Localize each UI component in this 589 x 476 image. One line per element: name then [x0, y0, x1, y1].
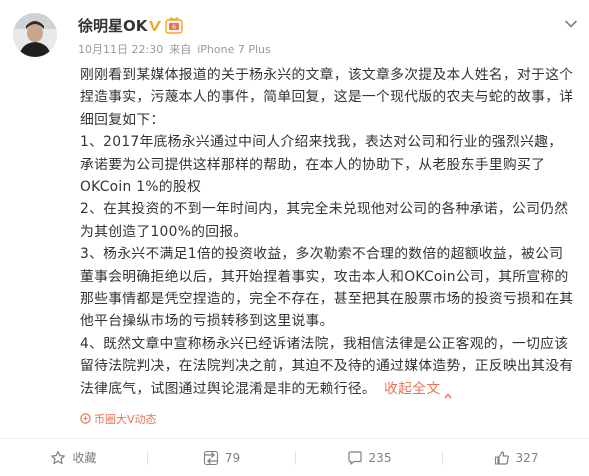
comment-icon: [347, 450, 362, 465]
paragraph-1: 1、2017年底杨永兴通过中间人介绍来找我，表达对公司和行业的强烈兴趣，承诺要为…: [80, 134, 563, 196]
post-device: iPhone 7 Plus: [197, 43, 271, 56]
comment-count: 235: [368, 450, 392, 465]
paragraph-4-text: 4、既然文章中宣称杨永兴已经诉诸法院，我相信法律是公正客观的，一切应该留待法院判…: [80, 335, 574, 397]
chevron-down-icon[interactable]: [564, 14, 578, 28]
member-badge-icon[interactable]: 6: [165, 17, 183, 34]
source-tag[interactable]: 币圈大V动态: [80, 413, 157, 427]
collapse-link[interactable]: 收起全文: [384, 380, 452, 399]
like-count: 327: [515, 450, 539, 465]
repost-icon: [203, 450, 218, 465]
like-button[interactable]: 327: [443, 439, 589, 476]
paragraph-4: 4、既然文章中宣称杨永兴已经诉诸法院，我相信法律是公正客观的，一切应该留待法院判…: [80, 333, 576, 400]
source-prefix: 来自: [169, 43, 192, 56]
paragraph-2: 2、在其投资的不到一年时间内，其完全未兑现他对公司的各种承诺，公司仍然为其创造了…: [80, 201, 569, 240]
source-tag-label: 币圈大V动态: [94, 413, 157, 426]
author-name[interactable]: 徐明星OK: [78, 17, 147, 35]
action-bar: 收藏 79 235 327: [0, 438, 589, 476]
svg-text:6: 6: [172, 24, 176, 31]
collapse-label: 收起全文: [384, 380, 441, 397]
favorite-label: 收藏: [72, 451, 97, 465]
chevron-up-icon: [444, 385, 452, 399]
link-icon: [80, 413, 91, 424]
post-date[interactable]: 10月11日 22:30: [78, 43, 163, 56]
star-icon: [51, 450, 66, 464]
verified-badge-icon: [147, 18, 163, 34]
paragraph-3: 3、杨永兴不满足1倍的投资收益，多次勒索不合理的数倍的超额收益，被公司董事会明确…: [80, 246, 574, 330]
avatar[interactable]: [13, 13, 57, 57]
repost-count: 79: [224, 450, 241, 465]
post-content: 刚刚看到某媒体报道的关于杨永兴的文章，该文章多次提及本人姓名，对于这个捏造事实，…: [80, 64, 576, 400]
paragraph-intro: 刚刚看到某媒体报道的关于杨永兴的文章，该文章多次提及本人姓名，对于这个捏造事实，…: [80, 67, 574, 128]
post-meta: 10月11日 22:30 来自 iPhone 7 Plus: [78, 43, 277, 57]
repost-button[interactable]: 79: [148, 439, 295, 476]
favorite-button[interactable]: 收藏: [0, 439, 147, 476]
comment-button[interactable]: 235: [296, 439, 442, 476]
post-header: 徐明星OK 6 10月11日 22:30 来自 iPhone 7 Plus: [0, 0, 589, 60]
like-icon: [494, 450, 509, 465]
